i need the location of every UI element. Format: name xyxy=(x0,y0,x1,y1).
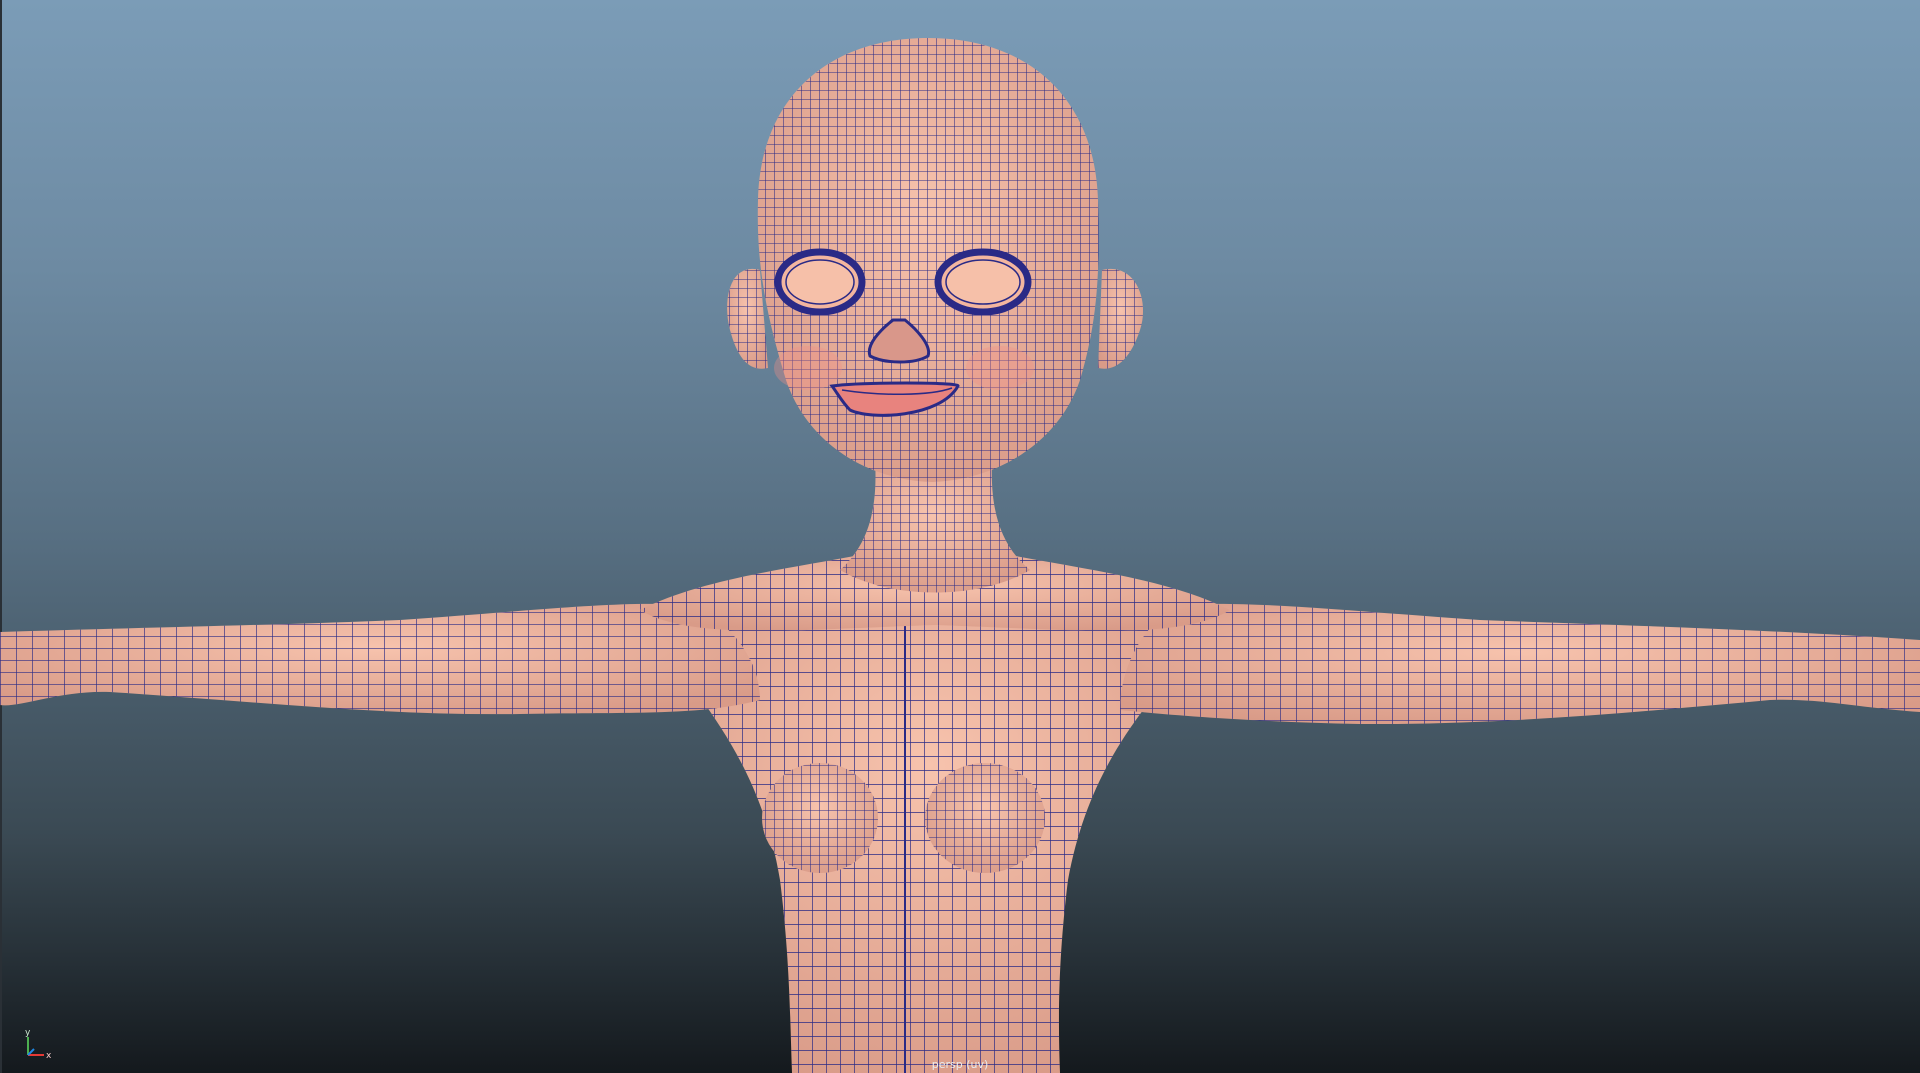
head xyxy=(757,38,1099,482)
axis-x-label: x xyxy=(46,1051,52,1061)
camera-name-label: persp (uv) xyxy=(931,1058,989,1071)
perspective-viewport[interactable]: persp (uv) y x xyxy=(0,0,1920,1073)
character-mesh[interactable] xyxy=(0,0,1920,1073)
right-arm xyxy=(1120,603,1920,725)
axis-gizmo: y x xyxy=(25,1028,52,1061)
axis-y-label: y xyxy=(25,1028,31,1038)
left-arm xyxy=(0,603,760,715)
